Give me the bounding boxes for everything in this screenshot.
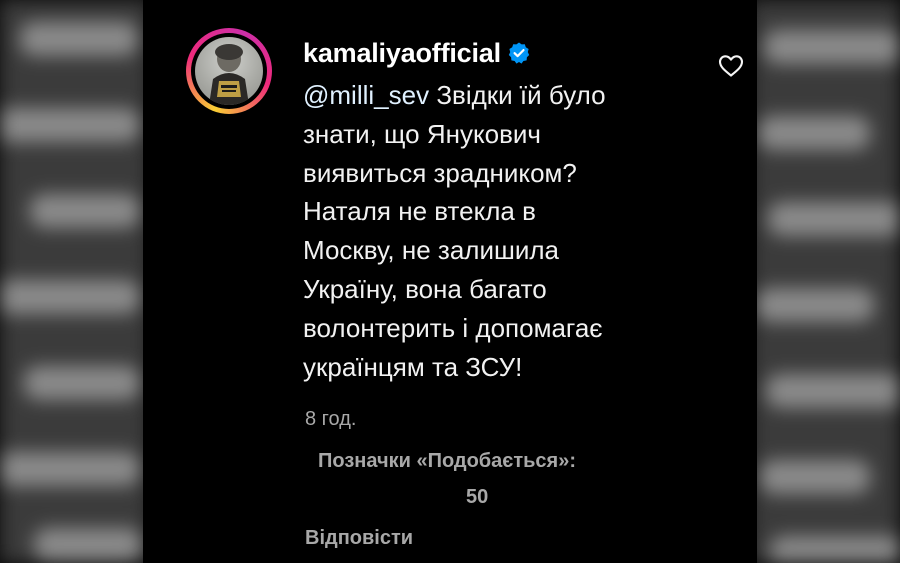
likes-count[interactable]: 50 — [466, 486, 488, 509]
comment-line: виявиться зрадником? — [303, 157, 577, 188]
comment-line: Москву, не залишила — [303, 235, 560, 266]
comment-line: знати, що Янукович — [303, 118, 541, 149]
comment-timestamp: 8 год. — [305, 408, 357, 430]
screenshot: kamaliyaofficial @milli_sev Звідки їй бу… — [0, 0, 900, 563]
comment-text: @milli_sev Звідки їй було знати, що Янук… — [303, 76, 683, 386]
comment-line: Наталя не втекла в — [303, 196, 536, 227]
comment-header: kamaliyaofficial — [303, 36, 531, 70]
blurred-background-right — [750, 0, 900, 563]
comment-line: Звідки їй було — [436, 80, 606, 110]
avatar[interactable] — [186, 28, 272, 114]
username-link[interactable]: kamaliyaofficial — [303, 38, 501, 69]
likes-label[interactable]: Позначки «Подобається»: — [318, 450, 576, 473]
mention-link[interactable]: @milli_sev — [303, 80, 429, 110]
comment-line: українцям та ЗСУ! — [303, 351, 523, 382]
reply-button[interactable]: Відповісти — [305, 527, 413, 550]
comment-line: Україну, вона багато — [303, 273, 547, 304]
heart-outline-icon[interactable] — [718, 54, 744, 78]
blurred-background-left — [0, 0, 150, 563]
verified-badge-icon — [507, 41, 531, 65]
comment-line: волонтерить і допомагає — [303, 312, 603, 343]
avatar-photo — [195, 37, 263, 105]
